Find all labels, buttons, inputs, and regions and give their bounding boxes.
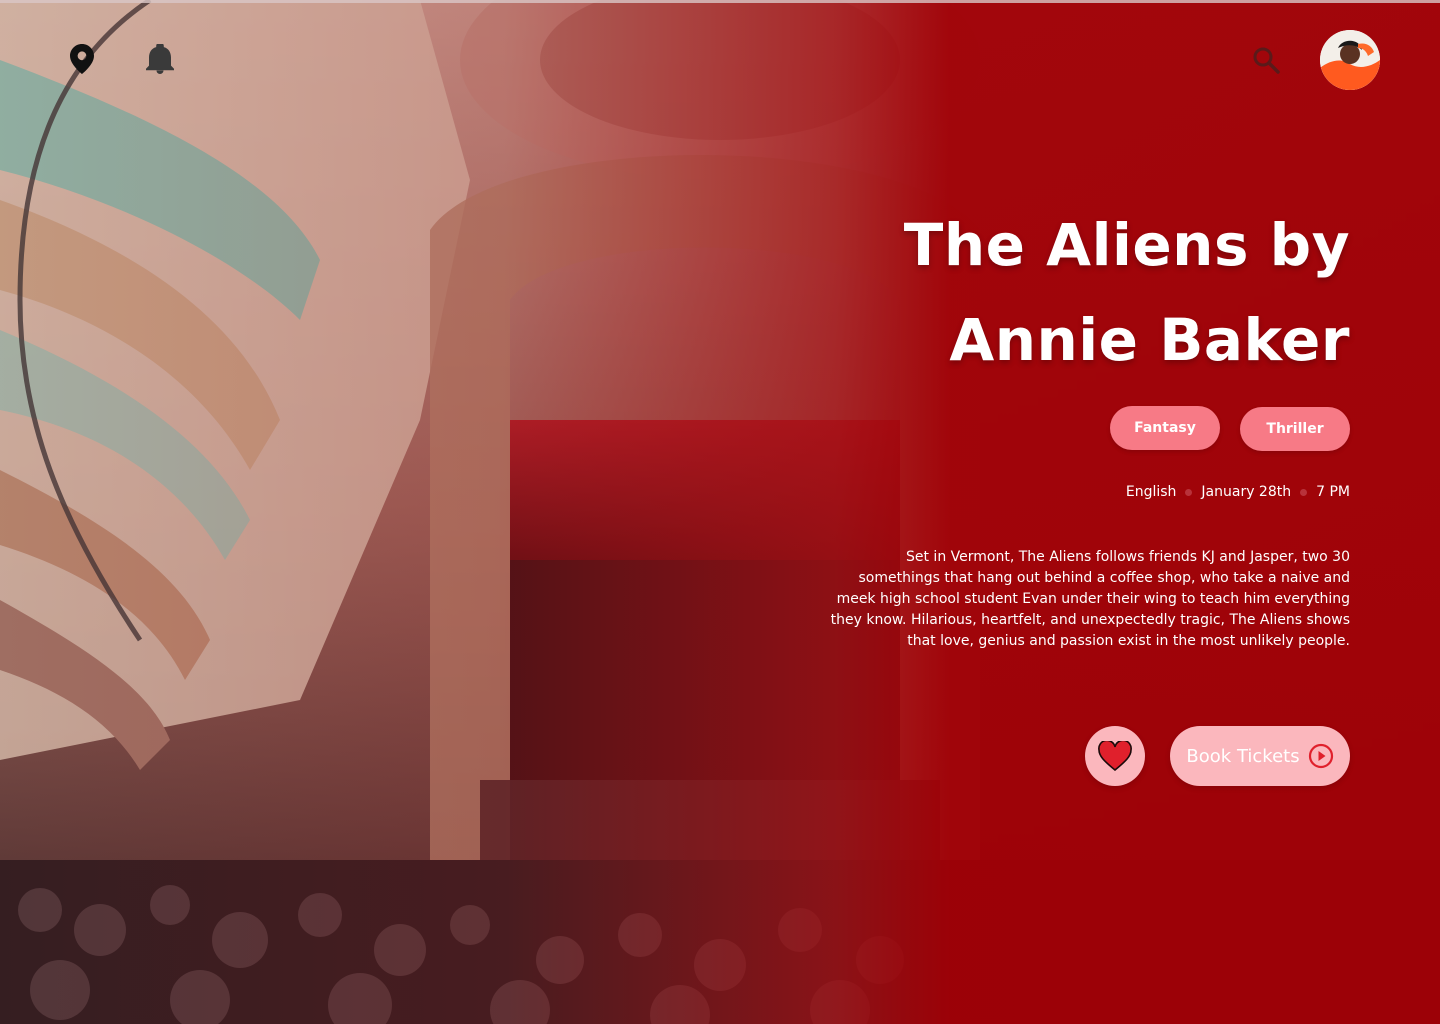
top-border (0, 0, 1440, 3)
favorite-button[interactable] (1085, 726, 1145, 786)
heart-icon (1098, 741, 1132, 771)
user-avatar[interactable] (1320, 30, 1380, 90)
book-tickets-label: Book Tickets (1186, 745, 1300, 767)
play-circle-icon (1308, 743, 1333, 769)
event-title: The Aliens by Annie Baker (903, 211, 1350, 374)
tag-thriller[interactable]: Thriller (1240, 407, 1350, 451)
book-tickets-button[interactable]: Book Tickets (1170, 726, 1350, 786)
red-gradient-overlay (0, 0, 1440, 1024)
event-description: Set in Vermont, The Aliens follows frien… (830, 549, 1350, 649)
location-pin-icon[interactable] (70, 44, 94, 74)
bell-icon[interactable] (146, 44, 174, 74)
event-date: January 28th (1201, 484, 1292, 500)
separator-dot (1300, 488, 1308, 496)
search-icon[interactable] (1252, 46, 1280, 74)
event-time: 7 PM (1316, 484, 1350, 500)
event-meta: English January 28th 7 PM (1126, 484, 1350, 500)
tag-fantasy[interactable]: Fantasy (1110, 406, 1220, 450)
event-language: English (1125, 484, 1177, 500)
separator-dot (1185, 488, 1193, 496)
